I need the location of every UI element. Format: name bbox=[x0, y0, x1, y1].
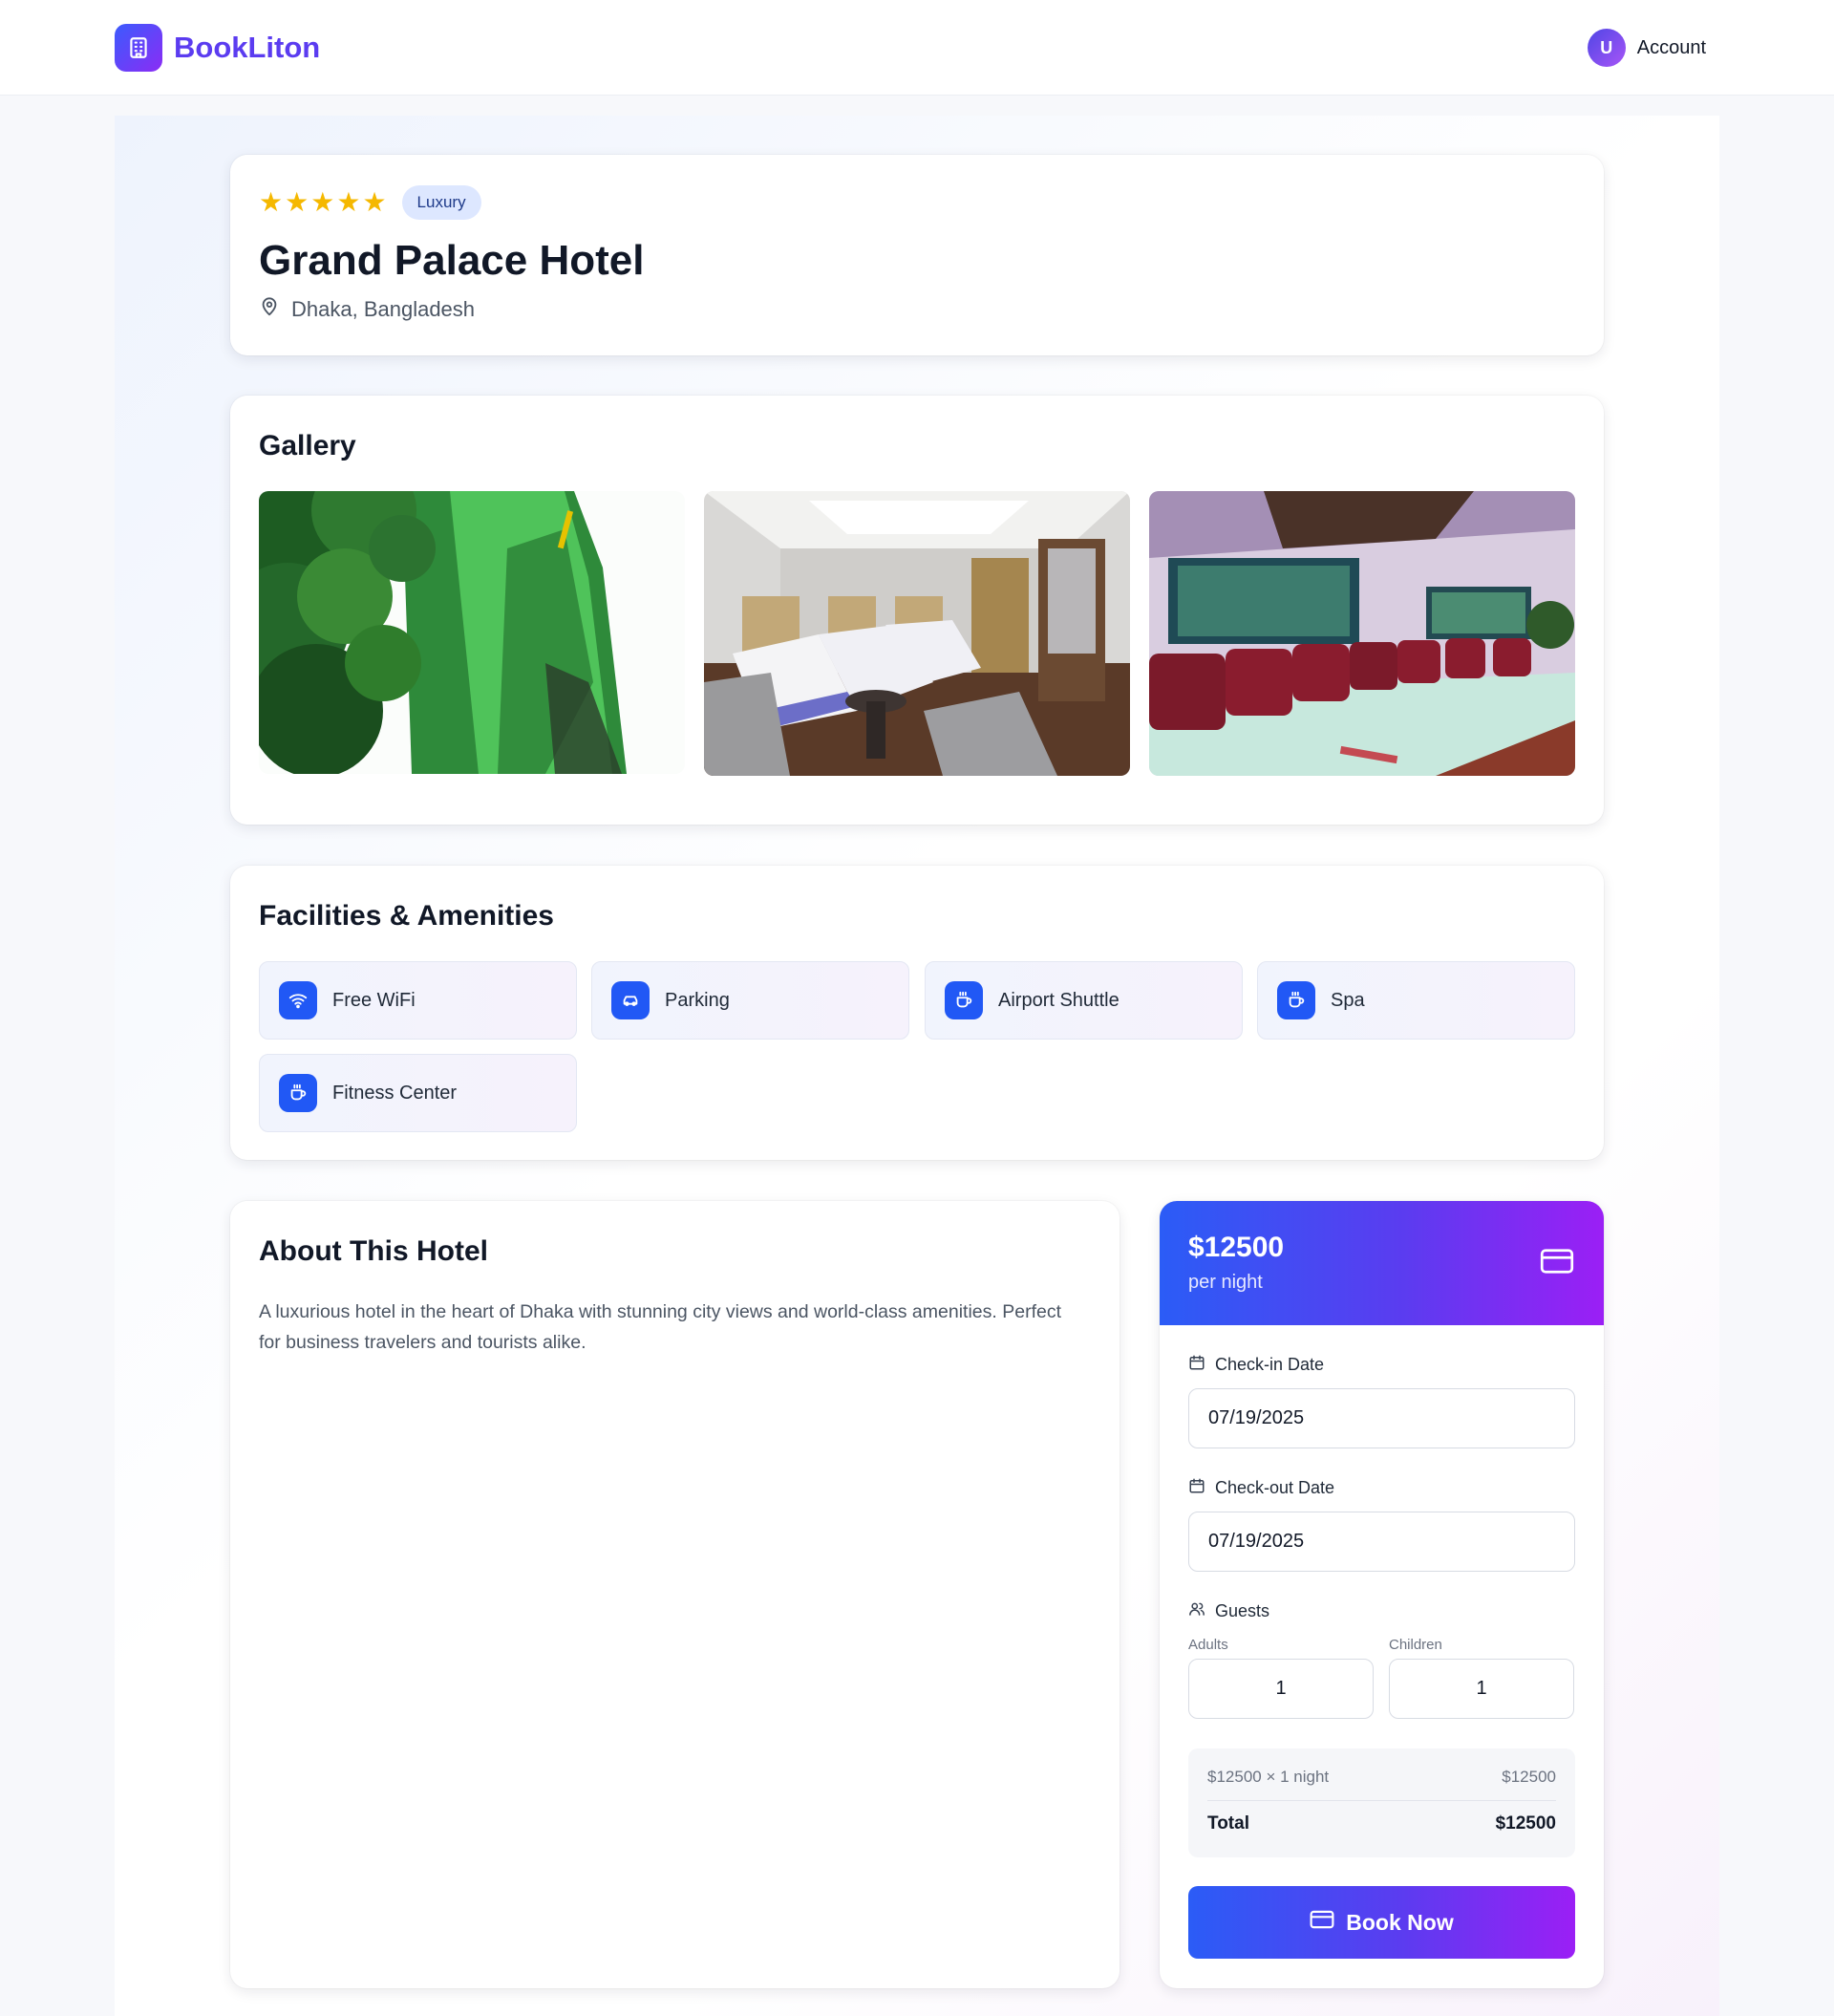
hotel-location: Dhaka, Bangladesh bbox=[259, 296, 475, 323]
book-now-button[interactable]: Book Now bbox=[1188, 1886, 1575, 1959]
guests-label-text: Guests bbox=[1215, 1601, 1270, 1620]
main-content: ★ ★ ★ ★ ★ Luxury Grand Palace Hotel Dhak… bbox=[115, 116, 1719, 2016]
summary-line-row: $12500 × 1 night $12500 bbox=[1207, 1768, 1556, 1787]
account-menu[interactable]: U Account bbox=[1587, 29, 1706, 67]
price-unit: per night bbox=[1188, 1272, 1263, 1293]
star-icon: ★ bbox=[285, 187, 309, 217]
summary-line-value: $12500 bbox=[1502, 1768, 1556, 1786]
adults-input[interactable]: 1 bbox=[1188, 1659, 1374, 1719]
star-icon: ★ bbox=[310, 187, 335, 217]
checkin-label: Check-in Date bbox=[1188, 1354, 1324, 1376]
gallery-card: Gallery bbox=[230, 396, 1604, 825]
brand-name: BookLiton bbox=[174, 31, 321, 64]
top-nav-bar: BookLiton U Account bbox=[0, 0, 1834, 96]
category-badge: Luxury bbox=[401, 185, 481, 220]
total-label: Total bbox=[1207, 1813, 1249, 1834]
facility-label: Spa bbox=[1331, 989, 1365, 1011]
calendar-icon bbox=[1188, 1477, 1205, 1499]
price-amount: $12500 bbox=[1188, 1232, 1285, 1263]
children-label: Children bbox=[1389, 1637, 1442, 1653]
users-icon bbox=[1188, 1600, 1205, 1622]
gallery-photo-room[interactable] bbox=[704, 491, 1130, 776]
checkout-label: Check-out Date bbox=[1188, 1477, 1334, 1499]
star-rating: ★ ★ ★ ★ ★ bbox=[259, 189, 387, 216]
star-icon: ★ bbox=[259, 187, 284, 217]
about-description: A luxurious hotel in the heart of Dhaka … bbox=[259, 1301, 1061, 1353]
location-text: Dhaka, Bangladesh bbox=[291, 297, 476, 321]
book-now-label: Book Now bbox=[1346, 1909, 1454, 1935]
facility-label: Fitness Center bbox=[332, 1082, 458, 1104]
facilities-card: Facilities & Amenities Free WiFi Parking bbox=[230, 866, 1604, 1160]
avatar: U bbox=[1587, 29, 1626, 67]
account-label: Account bbox=[1636, 36, 1706, 58]
map-pin-icon bbox=[259, 296, 280, 323]
checkout-label-text: Check-out Date bbox=[1215, 1478, 1335, 1497]
facility-label: Parking bbox=[665, 989, 730, 1011]
coffee-icon bbox=[945, 981, 983, 1019]
gallery-title: Gallery bbox=[259, 430, 356, 461]
summary-divider bbox=[1207, 1800, 1556, 1801]
booking-card: $12500 per night Check-in Date 07/19/202… bbox=[1160, 1201, 1604, 1988]
calendar-icon bbox=[1188, 1354, 1205, 1376]
children-input[interactable]: 1 bbox=[1389, 1659, 1574, 1719]
star-icon: ★ bbox=[336, 187, 361, 217]
about-title: About This Hotel bbox=[259, 1235, 488, 1267]
facility-label: Airport Shuttle bbox=[998, 989, 1120, 1011]
summary-line-label: $12500 × 1 night bbox=[1207, 1768, 1330, 1786]
facilities-title: Facilities & Amenities bbox=[259, 900, 554, 932]
coffee-icon bbox=[1277, 981, 1315, 1019]
facility-spa: Spa bbox=[1257, 961, 1575, 1040]
credit-card-icon bbox=[1539, 1247, 1575, 1280]
brand[interactable]: BookLiton bbox=[115, 24, 320, 72]
car-icon bbox=[611, 981, 650, 1019]
total-value: $12500 bbox=[1495, 1813, 1556, 1834]
facility-airport-shuttle: Airport Shuttle bbox=[925, 961, 1243, 1040]
about-card: About This Hotel A luxurious hotel in th… bbox=[230, 1201, 1120, 1988]
checkin-date-input[interactable]: 07/19/2025 bbox=[1188, 1388, 1575, 1448]
star-icon: ★ bbox=[362, 187, 387, 217]
coffee-icon bbox=[279, 1074, 317, 1112]
price-header: $12500 per night bbox=[1160, 1201, 1604, 1325]
credit-card-icon bbox=[1310, 1909, 1334, 1936]
summary-total-row: Total $12500 bbox=[1207, 1813, 1556, 1834]
facility-parking: Parking bbox=[591, 961, 909, 1040]
facility-free-wifi: Free WiFi bbox=[259, 961, 577, 1040]
adults-label: Adults bbox=[1188, 1637, 1228, 1653]
price-summary: $12500 × 1 night $12500 Total $12500 bbox=[1188, 1748, 1575, 1857]
wifi-icon bbox=[279, 981, 317, 1019]
hotel-name: Grand Palace Hotel bbox=[259, 237, 645, 284]
hotel-header-card: ★ ★ ★ ★ ★ Luxury Grand Palace Hotel Dhak… bbox=[230, 155, 1604, 355]
building-icon bbox=[115, 24, 162, 72]
gallery-photo-lobby[interactable] bbox=[1149, 491, 1575, 776]
checkin-label-text: Check-in Date bbox=[1215, 1355, 1325, 1374]
guests-label: Guests bbox=[1188, 1600, 1269, 1622]
checkout-date-input[interactable]: 07/19/2025 bbox=[1188, 1512, 1575, 1572]
gallery-photo-exterior[interactable] bbox=[259, 491, 685, 774]
facility-fitness-center: Fitness Center bbox=[259, 1054, 577, 1132]
facility-label: Free WiFi bbox=[332, 989, 416, 1011]
